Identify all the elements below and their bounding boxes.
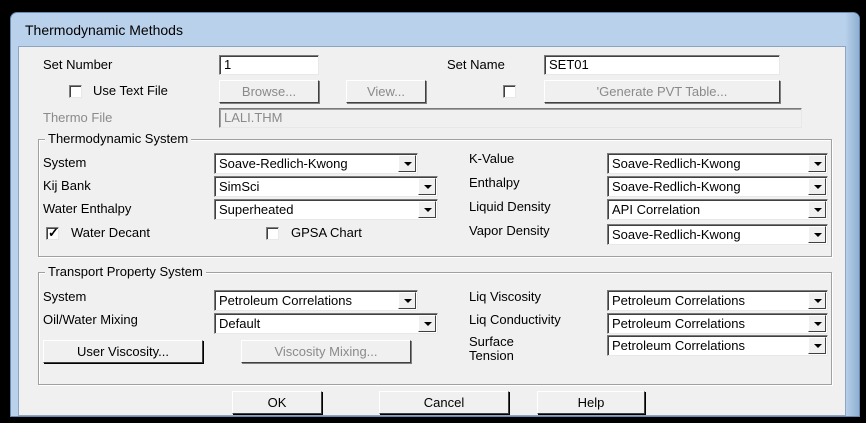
liquid-density-select[interactable]: API Correlation xyxy=(607,199,828,220)
transport-system-value: Petroleum Correlations xyxy=(219,293,352,308)
surface-tension-label: Surface Tension xyxy=(469,335,514,363)
liq-conductivity-label: Liq Conductivity xyxy=(469,312,561,327)
chevron-down-icon[interactable] xyxy=(418,315,436,332)
liq-viscosity-label: Liq Viscosity xyxy=(469,289,542,304)
help-button[interactable]: Help xyxy=(537,391,645,414)
thermo-file-field[interactable]: LALI.THM xyxy=(219,108,802,128)
thermodynamic-methods-dialog: Thermodynamic Methods Set Number 1 Set N… xyxy=(10,12,860,417)
transport-property-system-title: Transport Property System xyxy=(45,264,206,280)
liquid-density-value: API Correlation xyxy=(612,202,701,217)
thermo-system-select[interactable]: Soave-Redlich-Kwong xyxy=(214,153,418,174)
chevron-down-icon[interactable] xyxy=(808,337,826,354)
liq-conductivity-value: Petroleum Correlations xyxy=(612,316,745,331)
chevron-down-icon[interactable] xyxy=(418,201,436,218)
thermo-system-label: System xyxy=(43,155,87,170)
thermo-system-value: Soave-Redlich-Kwong xyxy=(219,156,348,171)
water-enthalpy-label: Water Enthalpy xyxy=(43,201,132,216)
thermo-file-label: Thermo File xyxy=(43,110,113,125)
kvalue-select[interactable]: Soave-Redlich-Kwong xyxy=(607,153,828,174)
kij-bank-select[interactable]: SimSci xyxy=(214,176,438,197)
set-name-label: Set Name xyxy=(447,57,505,72)
viscosity-mixing-button[interactable]: Viscosity Mixing... xyxy=(241,340,411,363)
chevron-down-icon[interactable] xyxy=(418,178,436,195)
thermodynamic-system-title: Thermodynamic System xyxy=(45,131,192,147)
oil-water-mixing-select[interactable]: Default xyxy=(214,313,438,334)
vapor-density-value: Soave-Redlich-Kwong xyxy=(612,227,741,242)
enthalpy-label: Enthalpy xyxy=(469,175,520,190)
vapor-density-label: Vapor Density xyxy=(469,223,550,238)
use-text-file-label: Use Text File xyxy=(93,83,168,98)
oil-water-mixing-value: Default xyxy=(219,316,261,331)
chevron-down-icon[interactable] xyxy=(808,155,826,172)
window-frame-edge xyxy=(845,13,859,416)
gpsa-chart-label: GPSA Chart xyxy=(291,225,362,240)
kvalue-value: Soave-Redlich-Kwong xyxy=(612,156,741,171)
liq-viscosity-value: Petroleum Correlations xyxy=(612,293,745,308)
user-viscosity-button[interactable]: User Viscosity... xyxy=(43,340,203,363)
chevron-down-icon[interactable] xyxy=(398,155,416,172)
vapor-density-select[interactable]: Soave-Redlich-Kwong xyxy=(607,224,828,245)
set-number-field[interactable]: 1 xyxy=(219,55,319,75)
surface-tension-select[interactable]: Petroleum Correlations xyxy=(607,335,828,356)
transport-system-select[interactable]: Petroleum Correlations xyxy=(214,290,418,311)
chevron-down-icon[interactable] xyxy=(808,315,826,332)
liq-viscosity-select[interactable]: Petroleum Correlations xyxy=(607,290,828,311)
chevron-down-icon[interactable] xyxy=(398,292,416,309)
view-button[interactable]: View... xyxy=(346,80,426,103)
chevron-down-icon[interactable] xyxy=(808,292,826,309)
generate-pvt-table-button[interactable]: 'Generate PVT Table... xyxy=(544,80,780,103)
enthalpy-select[interactable]: Soave-Redlich-Kwong xyxy=(607,176,828,197)
use-text-file-checkbox[interactable] xyxy=(69,85,82,98)
set-number-label: Set Number xyxy=(43,57,113,72)
kij-bank-value: SimSci xyxy=(219,179,260,194)
oil-water-mixing-label: Oil/Water Mixing xyxy=(43,312,138,327)
water-enthalpy-select[interactable]: Superheated xyxy=(214,199,438,220)
checkmark-icon: ✓ xyxy=(48,225,59,240)
dialog-title: Thermodynamic Methods xyxy=(25,22,183,38)
water-enthalpy-value: Superheated xyxy=(219,202,294,217)
generate-pvt-checkbox[interactable] xyxy=(503,85,516,98)
ok-button[interactable]: OK xyxy=(232,391,322,414)
browse-button[interactable]: Browse... xyxy=(219,80,319,103)
gpsa-chart-checkbox[interactable] xyxy=(266,227,279,240)
kvalue-label: K-Value xyxy=(469,151,515,166)
kij-bank-label: Kij Bank xyxy=(43,178,91,193)
water-decant-label: Water Decant xyxy=(71,225,150,240)
surface-tension-label-line-1: Surface xyxy=(469,334,514,349)
chevron-down-icon[interactable] xyxy=(808,178,826,195)
liquid-density-label: Liquid Density xyxy=(469,199,551,214)
dialog-client-area: Set Number 1 Set Name SET01 Use Text Fil… xyxy=(18,46,846,416)
enthalpy-value: Soave-Redlich-Kwong xyxy=(612,179,741,194)
liq-conductivity-select[interactable]: Petroleum Correlations xyxy=(607,313,828,334)
chevron-down-icon[interactable] xyxy=(808,226,826,243)
cancel-button[interactable]: Cancel xyxy=(379,391,509,414)
surface-tension-value: Petroleum Correlations xyxy=(612,338,745,353)
chevron-down-icon[interactable] xyxy=(808,201,826,218)
surface-tension-label-line-2: Tension xyxy=(469,348,514,363)
water-decant-checkbox[interactable]: ✓ xyxy=(46,225,59,240)
set-name-field[interactable]: SET01 xyxy=(544,55,780,75)
transport-system-label: System xyxy=(43,289,87,304)
